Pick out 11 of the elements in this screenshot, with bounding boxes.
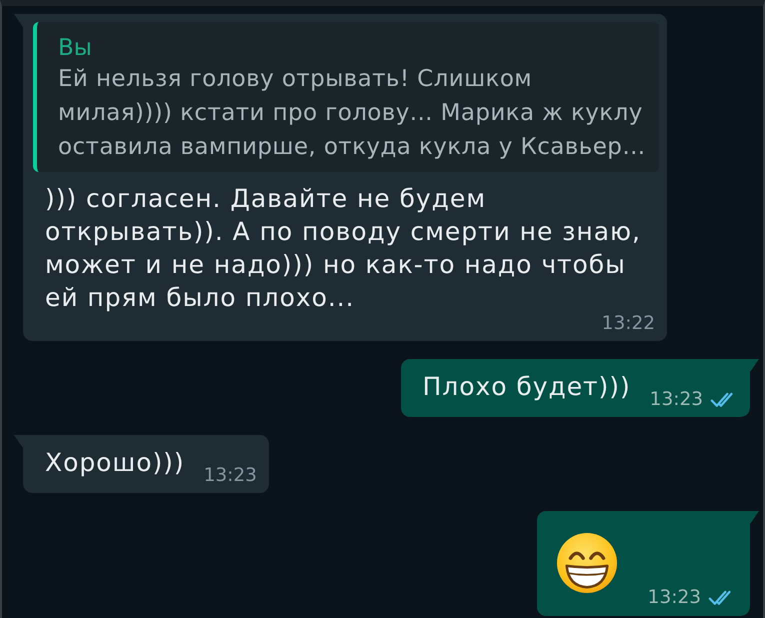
message-time: 13:23 (648, 588, 701, 608)
grinning-face-emoji-icon (556, 532, 618, 594)
message-time: 13:23 (204, 466, 257, 486)
message-text: Плохо будет))) (422, 371, 631, 403)
reply-quote[interactable]: Вы Ей нельзя голову отрывать! Слишком милая)))) кстати про голову... Марика ж куклу оставила вампирше, откуда кукла у Ксавьер… (33, 22, 659, 172)
message-time: 13:23 (650, 390, 703, 410)
quote-author: Вы (58, 34, 93, 62)
message-text: ))) согласен. Давайте не будем открывать)). А по поводу смерти не знаю, может и не надо))) но как-то надо чтобы ей прям было плохо... (45, 183, 642, 314)
quote-text: Ей нельзя голову отрывать! Слишком милая)))) кстати про голову... Марика ж куклу оставила вампирше, откуда кукла у Ксавьер… (58, 65, 647, 162)
message-text: Хорошо))) (45, 447, 185, 479)
message-time: 13:22 (602, 314, 655, 334)
